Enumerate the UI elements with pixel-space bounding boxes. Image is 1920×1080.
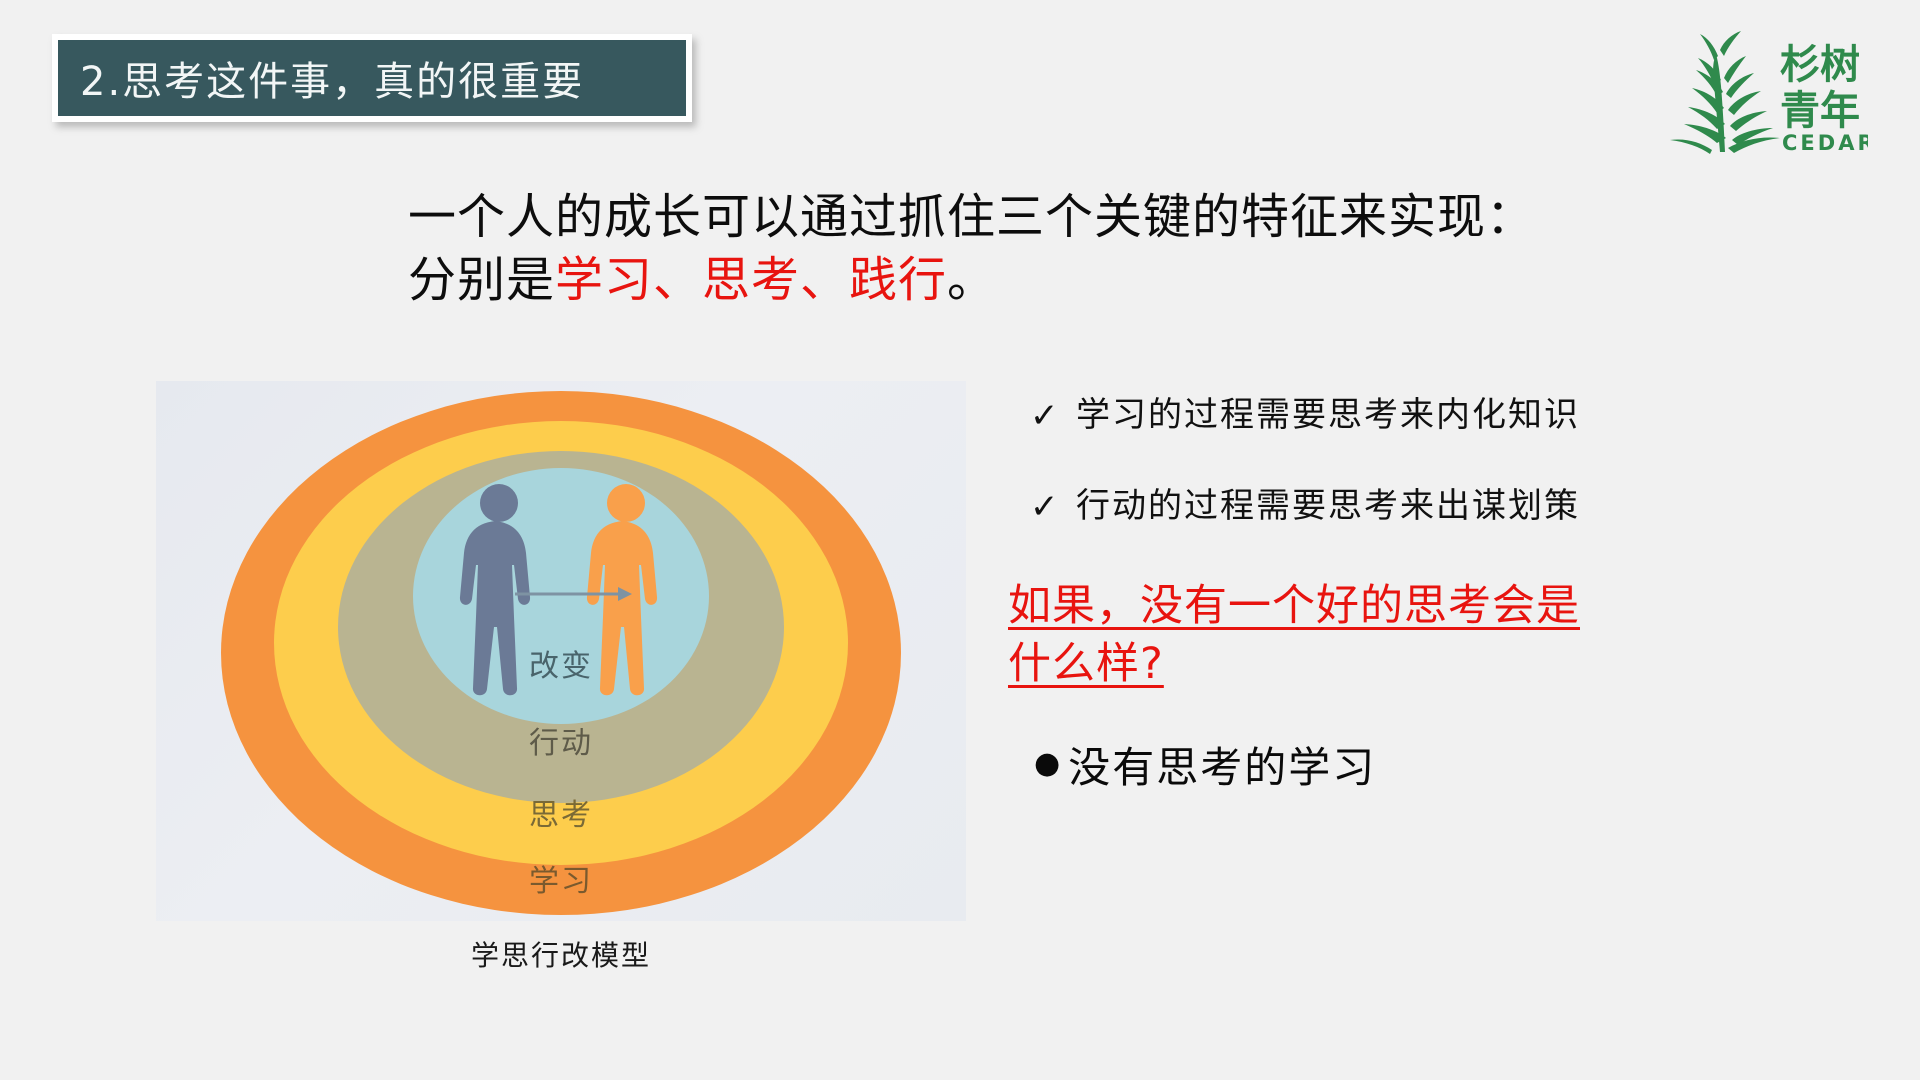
learn-think-act-change-diagram: 改变 行动 思考 学习 [156, 381, 966, 921]
bullet-item-label: 没有思考的学习 [1068, 742, 1377, 792]
logo-chinese-line1: 杉树 [1780, 42, 1860, 88]
diagram-svg: 改变 行动 思考 学习 [221, 391, 901, 915]
headline-line-2-suffix: 。 [947, 252, 997, 309]
diagram-caption: 学思行改模型 [470, 939, 651, 972]
highlighted-question: 如果，没有一个好的思考会是 什么样? [1008, 577, 1748, 694]
page-title: 2.思考这件事，真的很重要 [80, 59, 585, 105]
ring-label-change: 改变 [529, 649, 593, 684]
logo-latin-text: CEDAR [1782, 131, 1868, 155]
check-list-item-2: ✓ 行动的过程需要思考来出谋划策 [1030, 486, 1850, 527]
check-item-label: 学习的过程需要思考来内化知识 [1076, 395, 1580, 435]
headline-line-2-prefix: 分别是 [408, 252, 556, 309]
check-icon: ✓ [1030, 486, 1059, 527]
ring-label-learn: 学习 [529, 864, 593, 899]
logo-text-group: 杉树 青年 CEDAR [1780, 42, 1874, 155]
question-line-1: 如果，没有一个好的思考会是 [1008, 580, 1580, 631]
check-list-item-1: ✓ 学习的过程需要思考来内化知识 [1030, 395, 1850, 436]
slide-title-banner: 2.思考这件事，真的很重要 [52, 34, 692, 122]
ring-change [413, 468, 709, 724]
cedar-tree-icon [1670, 31, 1780, 154]
bullet-dot-icon: ● [1034, 746, 1061, 782]
logo-chinese-line2: 青年 [1780, 88, 1860, 134]
bullet-list-item: ● 没有思考的学习 [1034, 734, 1850, 795]
headline-line-2-emphasis: 学习、思考、践行 [555, 252, 948, 309]
question-line-2: 什么样? [1008, 639, 1164, 690]
logo-svg: 杉树 青年 CEDAR [1670, 31, 1874, 155]
headline-block: 一个人的成长可以通过抓住三个关键的特征来实现： 分别是学习、思考、践行。 [408, 186, 1535, 313]
cedar-youth-logo: 杉树 青年 CEDAR [1658, 20, 1874, 165]
headline-line-2: 分别是学习、思考、践行。 [408, 249, 1535, 312]
ring-label-act: 行动 [529, 726, 593, 761]
check-item-label: 行动的过程需要思考来出谋划策 [1076, 485, 1580, 526]
right-content-column: ✓ 学习的过程需要思考来内化知识 ✓ 行动的过程需要思考来出谋划策 如果，没有一… [1008, 395, 1850, 795]
headline-line-1: 一个人的成长可以通过抓住三个关键的特征来实现： [408, 189, 1536, 245]
ring-label-think: 思考 [529, 798, 593, 833]
check-icon: ✓ [1030, 396, 1059, 436]
